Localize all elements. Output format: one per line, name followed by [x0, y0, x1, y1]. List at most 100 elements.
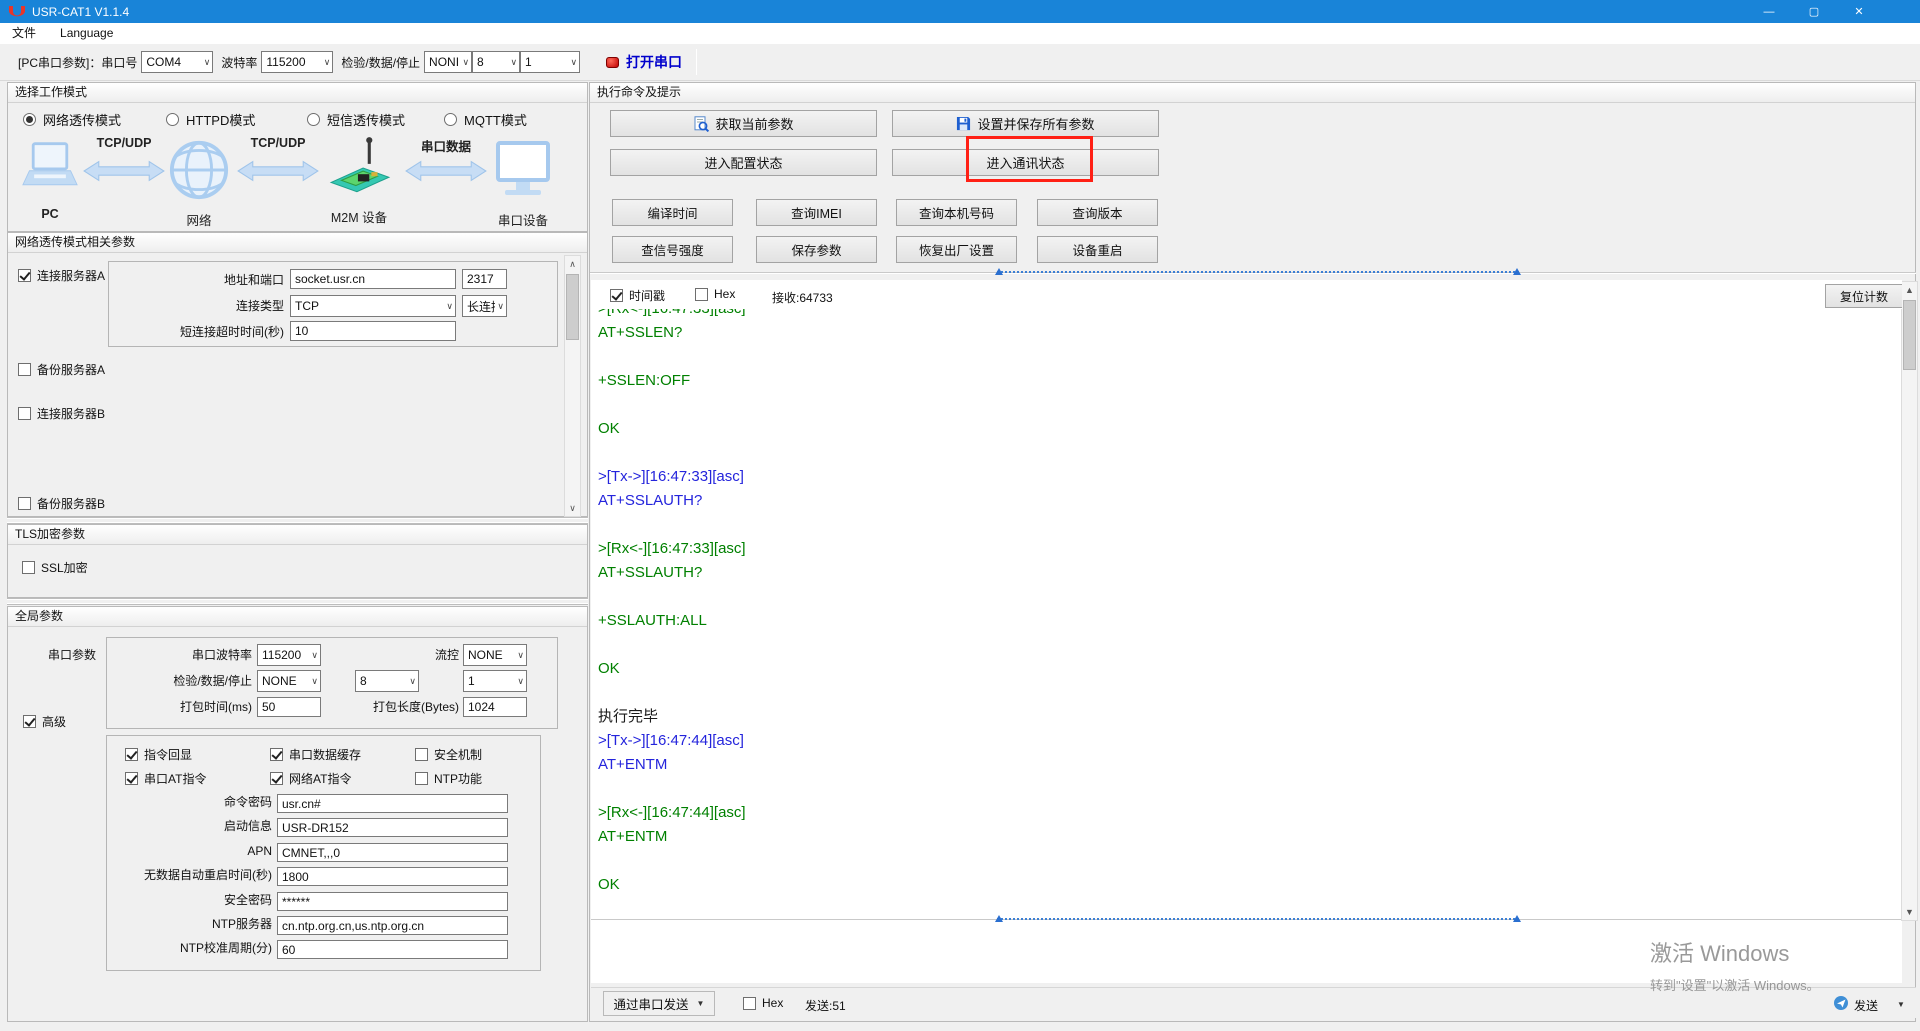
scroll-up-icon[interactable]: ▲ — [1902, 282, 1917, 298]
open-port-button[interactable]: 打开串口 — [606, 52, 682, 72]
radio-icon[interactable] — [166, 113, 179, 126]
net-params-scrollbar[interactable]: ∧ ∨ — [564, 255, 581, 517]
menu-file[interactable]: 文件 — [0, 23, 48, 44]
reset-count-button[interactable]: 复位计数 — [1825, 284, 1902, 308]
server-a-checkbox-row[interactable]: 连接服务器A — [18, 267, 105, 284]
serial-cache-checkbox-row[interactable]: 串口数据缓存 — [270, 746, 361, 763]
work-mode-option[interactable]: 网络透传模式 — [23, 110, 121, 129]
ntp-checkbox[interactable] — [415, 772, 428, 785]
apn-input[interactable]: CMNET,,,0 — [277, 843, 508, 862]
send-dropdown-icon[interactable]: ▼ — [1897, 1000, 1905, 1009]
conn-type-select[interactable]: TCP ∨ — [290, 295, 456, 317]
serial-baud-select[interactable]: 115200 ∨ — [257, 644, 321, 666]
baud-select[interactable]: 115200 ∨ — [261, 51, 334, 73]
serial-databits-select[interactable]: 8 ∨ — [355, 670, 419, 692]
scrollbar-thumb[interactable] — [1903, 300, 1916, 370]
ssl-checkbox[interactable] — [22, 561, 35, 574]
ssl-checkbox-row[interactable]: SSL加密 — [22, 559, 88, 576]
conn-mode-select[interactable]: 长连接∨ — [462, 295, 507, 317]
work-mode-option[interactable]: 短信透传模式 — [307, 110, 405, 129]
splitter-handle[interactable] — [7, 517, 588, 524]
scroll-right-icon[interactable] — [1513, 268, 1521, 275]
cmd-echo-checkbox-row[interactable]: 指令回显 — [125, 746, 192, 763]
send-hex-checkbox-row[interactable]: Hex — [743, 996, 783, 1010]
set-save-all-params-button[interactable]: 设置并保存所有参数 — [892, 110, 1159, 137]
send-hex-checkbox[interactable] — [743, 996, 756, 1010]
radio-icon[interactable] — [307, 113, 320, 126]
server-b-checkbox[interactable] — [18, 407, 31, 420]
menu-language[interactable]: Language — [48, 23, 125, 44]
server-port-input[interactable]: 2317 — [462, 269, 507, 289]
startup-info-input[interactable]: USR-DR152 — [277, 818, 508, 837]
factory-reset-button[interactable]: 恢复出厂设置 — [896, 236, 1017, 263]
security-checkbox[interactable] — [415, 748, 428, 761]
compile-time-button[interactable]: 编译时间 — [612, 199, 733, 226]
parity-select[interactable]: NONI ∨ — [424, 51, 473, 73]
close-button[interactable]: ✕ — [1838, 0, 1880, 23]
no-data-restart-input[interactable]: 1800 — [277, 867, 508, 886]
stopbits-select[interactable]: 1 ∨ — [520, 51, 581, 73]
log-hex-checkbox[interactable] — [695, 287, 708, 301]
backup-b-checkbox-row[interactable]: 备份服务器B — [18, 495, 105, 512]
get-current-params-button[interactable]: 获取当前参数 — [610, 110, 877, 137]
net-at-checkbox[interactable] — [270, 772, 283, 785]
ntp-period-input[interactable]: 60 — [277, 940, 508, 959]
send-via-serial-button[interactable]: 通过串口发送 ▼ — [603, 991, 715, 1016]
ntp-server-input[interactable]: cn.ntp.org.cn,us.ntp.org.cn — [277, 916, 508, 935]
log-hex-checkbox-row[interactable]: Hex — [695, 287, 735, 301]
work-mode-option[interactable]: HTTPD模式 — [166, 110, 255, 129]
enter-config-state-button[interactable]: 进入配置状态 — [610, 149, 877, 176]
scrollbar-thumb[interactable] — [566, 274, 579, 340]
device-restart-button[interactable]: 设备重启 — [1037, 236, 1158, 263]
serial-parity-select[interactable]: NONE ∨ — [257, 670, 321, 692]
query-version-button[interactable]: 查询版本 — [1037, 199, 1158, 226]
radio-icon[interactable] — [23, 113, 36, 126]
maximize-button[interactable]: ▢ — [1793, 0, 1835, 23]
radio-icon[interactable] — [444, 113, 457, 126]
log-v-scrollbar[interactable]: ▲ ▼ — [1901, 281, 1918, 921]
pack-time-input[interactable]: 50 — [257, 697, 321, 717]
cmd-password-input[interactable]: usr.cn# — [277, 794, 508, 813]
short-timeout-input[interactable]: 10 — [290, 321, 456, 341]
scroll-down-icon[interactable]: ∨ — [565, 500, 580, 516]
advanced-checkbox-row[interactable]: 高级 — [23, 713, 66, 730]
minimize-button[interactable]: — — [1748, 0, 1790, 23]
scroll-up-icon[interactable]: ∧ — [565, 256, 580, 272]
serial-stopbits-select[interactable]: 1 ∨ — [463, 670, 527, 692]
backup-a-checkbox-row[interactable]: 备份服务器A — [18, 361, 105, 378]
log-h-scrollbar-top[interactable] — [995, 268, 1521, 275]
server-a-checkbox[interactable] — [18, 269, 31, 282]
pack-len-input[interactable]: 1024 — [463, 697, 527, 717]
scroll-left-icon[interactable] — [995, 915, 1003, 922]
timestamp-checkbox-row[interactable]: 时间戳 — [610, 287, 665, 304]
serial-at-checkbox-row[interactable]: 串口AT指令 — [125, 770, 206, 787]
scroll-right-icon[interactable] — [1513, 915, 1521, 922]
ntp-checkbox-row[interactable]: NTP功能 — [415, 770, 482, 787]
log-console[interactable]: 时间戳 Hex 接收:64733 复位计数 >[Rx<-][16:47:33][… — [591, 280, 1902, 983]
log-h-scrollbar-bottom[interactable] — [995, 915, 1521, 922]
serial-cache-checkbox[interactable] — [270, 748, 283, 761]
security-password-input[interactable]: ****** — [277, 892, 508, 911]
save-params-button[interactable]: 保存参数 — [756, 236, 877, 263]
timestamp-checkbox[interactable] — [610, 289, 623, 302]
server-address-input[interactable]: socket.usr.cn — [290, 269, 456, 289]
splitter-handle[interactable] — [7, 598, 588, 605]
backup-a-checkbox[interactable] — [18, 363, 31, 376]
query-imei-button[interactable]: 查询IMEI — [756, 199, 877, 226]
scroll-down-icon[interactable]: ▼ — [1902, 904, 1917, 920]
net-at-checkbox-row[interactable]: 网络AT指令 — [270, 770, 351, 787]
cmd-echo-checkbox[interactable] — [125, 748, 138, 761]
flow-select[interactable]: NONE ∨ — [463, 644, 527, 666]
query-local-number-button[interactable]: 查询本机号码 — [896, 199, 1017, 226]
security-checkbox-row[interactable]: 安全机制 — [415, 746, 482, 763]
backup-b-checkbox[interactable] — [18, 497, 31, 510]
send-button[interactable]: 发送 — [1854, 997, 1878, 1014]
com-port-select[interactable]: COM4 ∨ — [141, 51, 214, 73]
serial-at-checkbox[interactable] — [125, 772, 138, 785]
scroll-left-icon[interactable] — [995, 268, 1003, 275]
server-b-checkbox-row[interactable]: 连接服务器B — [18, 405, 105, 422]
work-mode-option[interactable]: MQTT模式 — [444, 110, 527, 129]
advanced-checkbox[interactable] — [23, 715, 36, 728]
databits-select[interactable]: 8 ∨ — [472, 51, 521, 73]
query-signal-button[interactable]: 查信号强度 — [612, 236, 733, 263]
